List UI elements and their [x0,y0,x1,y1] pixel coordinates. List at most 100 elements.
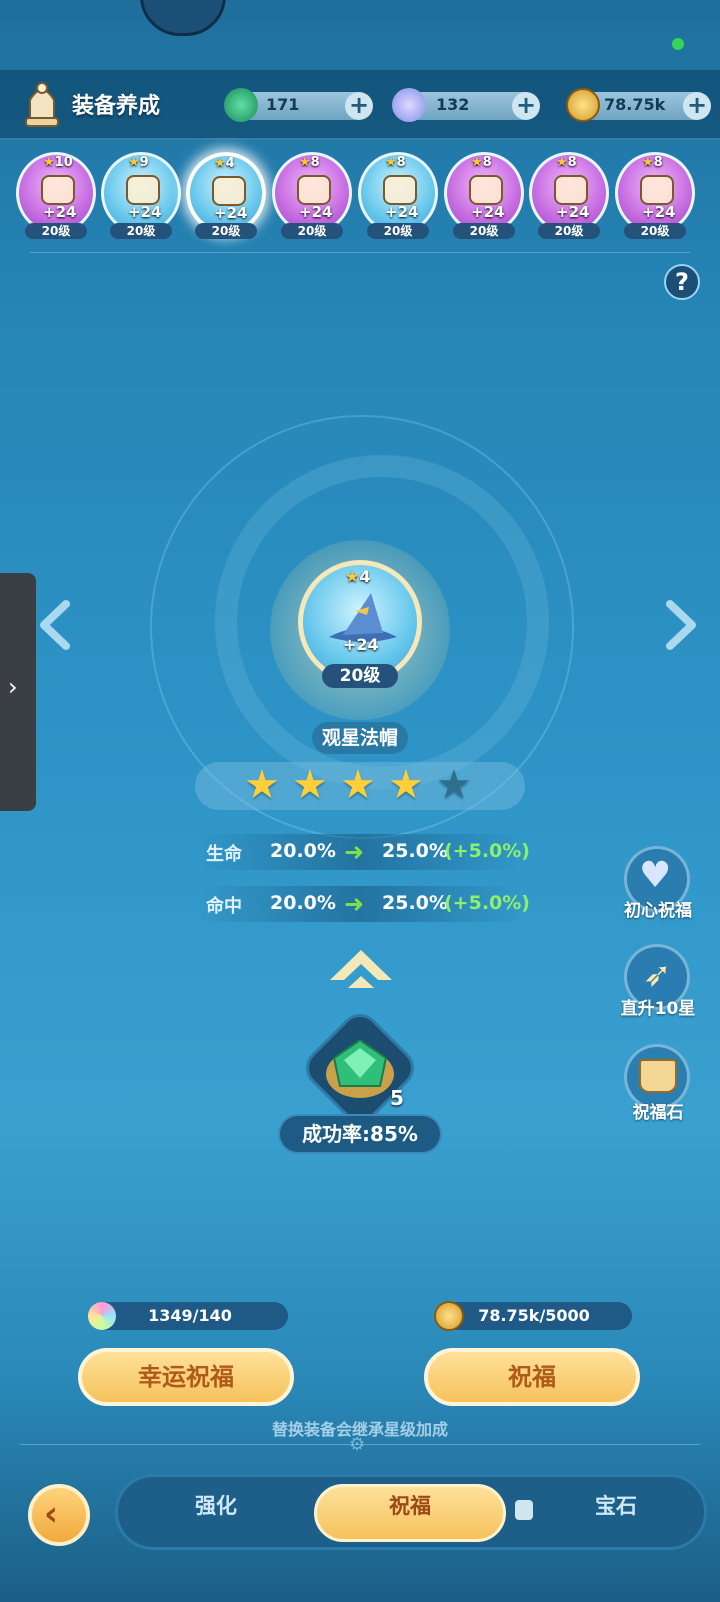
add-crystal-button[interactable]: + [512,92,540,120]
tab-strengthen[interactable]: 强化 [156,1490,276,1520]
stat-label: 命中 [206,896,242,917]
rainbow-crystal-icon [88,1302,116,1330]
star-filled-icon: ★ [388,762,424,808]
arrow-right-icon: ➜ [344,890,365,918]
center-item-level: 20级 [322,664,398,688]
equipment-star: ★8 [471,155,492,170]
upgrade-arrow-icon [326,944,396,1008]
equipment-slot[interactable]: ★8 +24 [529,152,609,234]
prev-item-button[interactable] [36,600,80,654]
equipment-slot[interactable]: ★8 +24 [444,152,524,234]
material-count: 5 [390,1086,404,1110]
equipment-plus: +24 [299,203,333,221]
equipment-level: 20级 [25,223,87,239]
star-filled-icon: ★ [244,762,280,808]
equipment-plus: +24 [642,203,676,221]
armor-icon [297,175,331,205]
blue-crystal-icon [392,88,426,122]
lucky-cost: 1349/140 [92,1302,288,1330]
next-item-button[interactable] [656,600,700,654]
divider [30,252,690,253]
gold-coin-icon [434,1301,464,1331]
resource-gem-value: 171 [266,95,300,114]
equipment-level: 20级 [110,223,172,239]
equipment-level: 20级 [281,223,343,239]
stat-bonus: (+5.0%) [444,840,530,862]
back-arrow-icon: ‹ [44,1494,59,1534]
gear-icon: ⚙ [349,1434,366,1455]
equipment-star: ★4 [214,156,235,171]
heart-icon: ♥ [639,855,672,896]
equipment-slot[interactable]: ★8 +24 [615,152,695,234]
tab-gem[interactable]: 宝石 [556,1490,676,1520]
top-decoration [140,0,226,36]
equipment-plus: +24 [214,204,248,222]
equipment-slot[interactable]: ★8 +24 [358,152,438,234]
equipment-slot[interactable]: ★8 +24 [272,152,352,234]
ring-icon [554,175,588,205]
center-item-plus: +24 [343,635,379,654]
equipment-plus: +24 [385,203,419,221]
equipment-star: ★8 [556,155,577,170]
add-gold-button[interactable]: + [683,92,711,120]
center-item-star: ★4 [345,567,371,586]
orb-icon [126,175,160,205]
lock-icon [515,1500,533,1520]
emerald-stone-icon [322,1034,398,1108]
success-rate: 成功率:85% [278,1114,442,1154]
equipment-slot[interactable]: ★9 +24 [101,152,181,234]
equipment-plus: +24 [128,203,162,221]
equipment-level: 20级 [624,223,686,239]
tab-bless[interactable]: 祝福 [350,1490,470,1520]
add-gem-button[interactable]: + [345,92,373,120]
arrow-right-icon: ➜ [344,838,365,866]
blessing-stone-label: 祝福石 [632,1103,684,1123]
status-dot [672,38,684,50]
equipment-level: 20级 [367,223,429,239]
item-name: 观星法帽 [312,722,408,754]
chevron-right-icon: › [8,673,18,701]
equipment-slot[interactable]: ★4 +24 [186,152,266,234]
equipment-star: ★8 [385,155,406,170]
bracer-icon [383,175,417,205]
rocket-icon: ➶ [643,955,672,995]
necklace-icon [640,175,674,205]
equipment-star: ★9 [128,155,149,170]
equipment-level: 20级 [538,223,600,239]
green-gem-icon [224,88,258,122]
equipment-slot[interactable]: ★10 +24 [16,152,96,234]
star-filled-icon: ★ [292,762,328,808]
gold-coin-icon [566,88,600,122]
equipment-star: ★8 [299,155,320,170]
instant-10-star-label: 直升10星 [620,999,696,1019]
bless-cost: 78.75k/5000 [436,1302,632,1330]
basket-icon [639,1059,677,1093]
equipment-icon [22,78,62,128]
initial-blessing-label: 初心祝福 [624,901,692,921]
star-empty-icon: ★ [436,762,472,808]
equipment-plus: +24 [43,203,77,221]
stat-label: 生命 [206,844,242,865]
help-button[interactable]: ? [664,264,700,300]
boots-icon [469,175,503,205]
equipment-star: ★8 [642,155,663,170]
equipment-level: 20级 [453,223,515,239]
blessing-button[interactable]: 祝福 [424,1348,640,1406]
stat-to: 25.0% [382,840,448,862]
stat-to: 25.0% [382,892,448,914]
side-drawer-tab[interactable]: › [0,573,36,811]
back-button[interactable]: ‹ [28,1484,90,1546]
page-title: 装备养成 [72,94,161,119]
wizard-hat-icon [212,176,246,206]
equipment-star: ★10 [43,155,73,170]
resource-crystal-value: 132 [436,95,470,114]
equipment-plus: +24 [471,203,505,221]
staff-icon [41,175,75,205]
stat-from: 20.0% [270,840,336,862]
stat-from: 20.0% [270,892,336,914]
resource-gold-value: 78.75k [604,95,666,114]
equipment-plus: +24 [556,203,590,221]
equipment-level: 20级 [195,223,257,239]
star-filled-icon: ★ [340,762,376,808]
lucky-blessing-button[interactable]: 幸运祝福 [78,1348,294,1406]
